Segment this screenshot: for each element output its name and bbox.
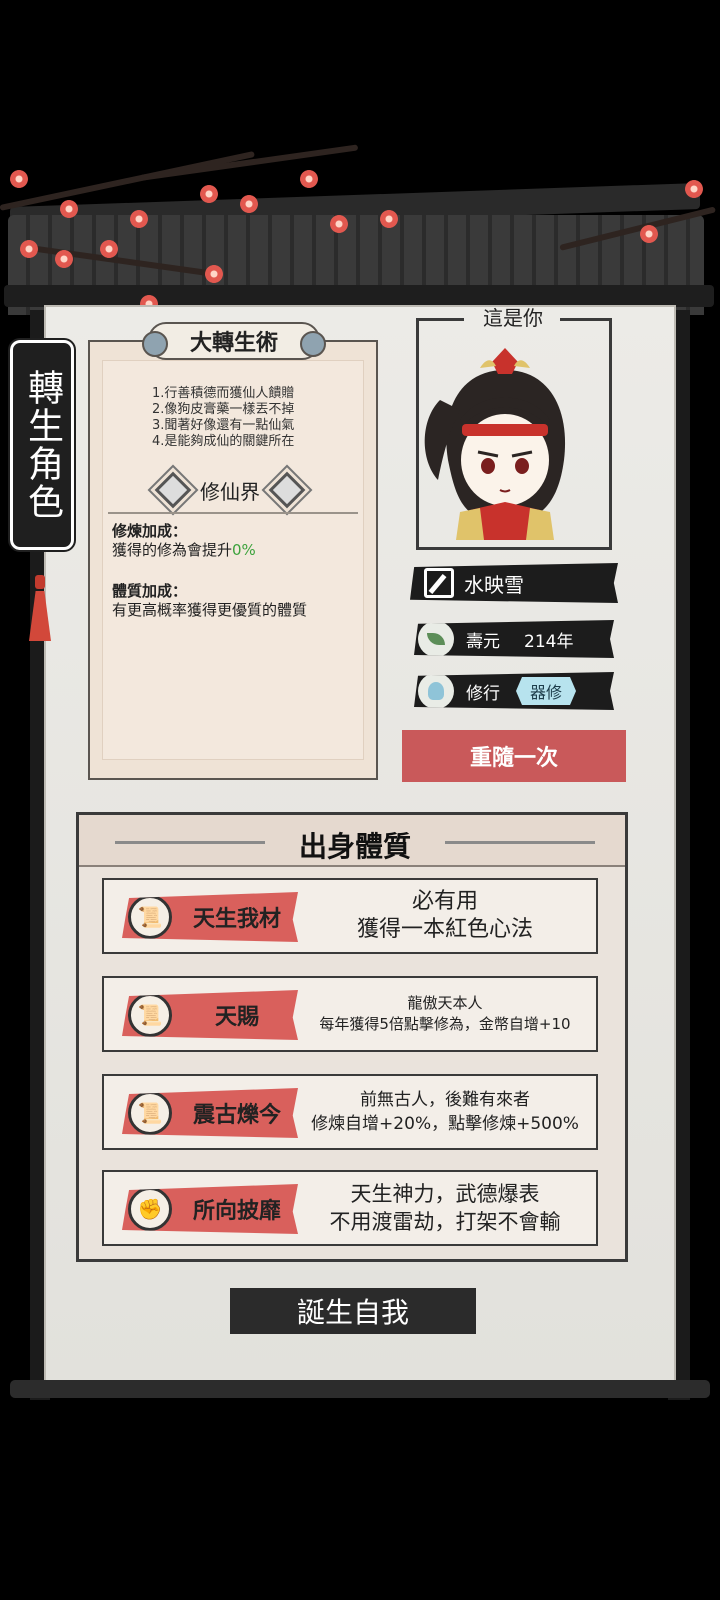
trait-description: 必有用 獲得一本紅色心法 — [356, 889, 533, 942]
divider — [108, 512, 358, 514]
rules-list: 1.行善積德而獲仙人饋贈 2.像狗皮膏藥一樣丟不掉 3.聞著好像還有一點仙氣 4… — [152, 386, 352, 450]
origin-header: 出身體質 — [79, 815, 625, 867]
cultivation-bonus-text: 獲得的修為會提升 — [112, 541, 233, 559]
practice-label: 修行 — [466, 683, 500, 704]
scroll-title: 大轉生術 — [142, 322, 326, 360]
trait-name: 所向披靡 — [192, 1199, 281, 1224]
realm-name: 修仙界 — [200, 479, 260, 504]
fist-icon: ✊ — [128, 1187, 172, 1231]
reroll-button[interactable]: 重隨一次 — [402, 730, 626, 782]
trait-tag: 📜 天賜 — [122, 990, 298, 1040]
tassel-icon — [28, 575, 52, 643]
rule-item: 4.是能夠成仙的關鍵所在 — [152, 434, 295, 449]
lifespan-label: 壽元 — [466, 631, 500, 652]
reincarnation-tab[interactable]: 轉生角色 — [8, 338, 76, 552]
trait-tag: 📜 震古爍今 — [122, 1088, 298, 1138]
cultivation-bonus-title: 修煉加成： — [112, 522, 188, 540]
scroll-icon: 📜 — [128, 1091, 172, 1135]
diamond-left-icon — [154, 471, 192, 509]
trait-card[interactable]: ✊ 所向披靡 天生神力，武德爆表 不用渡雷劫，打架不會輸 — [102, 1170, 598, 1246]
trait-description: 龍傲天本人 每年獲得5倍點擊修為，金幣自增+10 — [319, 994, 571, 1033]
trait-tag: 📜 天生我材 — [122, 892, 298, 942]
be-born-button[interactable]: 誕生自我 — [230, 1288, 476, 1334]
character-avatar — [424, 348, 566, 540]
trait-description: 天生神力，武德爆表 不用渡雷劫，打架不會輸 — [329, 1182, 561, 1234]
scroll-icon: 📜 — [128, 895, 172, 939]
rule-item: 2.像狗皮膏藥一樣丟不掉 — [152, 402, 295, 417]
meditation-icon — [418, 673, 454, 709]
trait-card[interactable]: 📜 天生我材 必有用 獲得一本紅色心法 — [102, 878, 598, 954]
rule-item: 3.聞著好像還有一點仙氣 — [152, 418, 295, 433]
trait-description: 前無古人，後難有來者 修煉自增+20%，點擊修煉+500% — [311, 1090, 579, 1134]
lifespan-row: 壽元 214年 — [414, 620, 614, 658]
cultivation-bonus: 修煉加成： 獲得的修為會提升0% — [112, 522, 256, 560]
trait-card[interactable]: 📜 天賜 龍傲天本人 每年獲得5倍點擊修為，金幣自增+10 — [102, 976, 598, 1052]
rule-item: 1.行善積德而獲仙人饋贈 — [152, 386, 295, 401]
portrait-label: 這是你 — [483, 306, 543, 330]
origin-title: 出身體質 — [298, 830, 411, 863]
practice-badge: 器修 — [516, 677, 577, 705]
physique-bonus-title: 體質加成： — [112, 582, 188, 600]
cultivation-bonus-value: 0% — [232, 541, 256, 559]
character-name-banner[interactable]: 水映雪 — [410, 563, 618, 603]
realm-selector: 修仙界 — [130, 471, 330, 509]
physique-bonus-text: 有更高概率獲得更優質的體質 — [112, 601, 308, 619]
reincarnation-tab-label: 轉生角色 — [22, 369, 63, 521]
physique-bonus: 體質加成： 有更高概率獲得更優質的體質 — [112, 582, 307, 620]
trait-card[interactable]: 📜 震古爍今 前無古人，後難有來者 修煉自增+20%，點擊修煉+500% — [102, 1074, 598, 1150]
trait-name: 震古爍今 — [192, 1103, 281, 1128]
practice-row: 修行 器修 — [414, 672, 614, 710]
floor-beam — [10, 1380, 710, 1398]
trait-tag: ✊ 所向披靡 — [122, 1184, 298, 1234]
trait-name: 天賜 — [214, 1005, 259, 1030]
character-name: 水映雪 — [464, 572, 524, 597]
scroll-icon: 📜 — [128, 993, 172, 1037]
diamond-right-icon — [268, 471, 306, 509]
edit-icon[interactable] — [424, 568, 454, 598]
trait-name: 天生我材 — [192, 907, 281, 932]
lifespan-value: 214年 — [524, 631, 574, 652]
leaf-icon — [418, 621, 454, 657]
roof-decoration — [0, 144, 720, 315]
